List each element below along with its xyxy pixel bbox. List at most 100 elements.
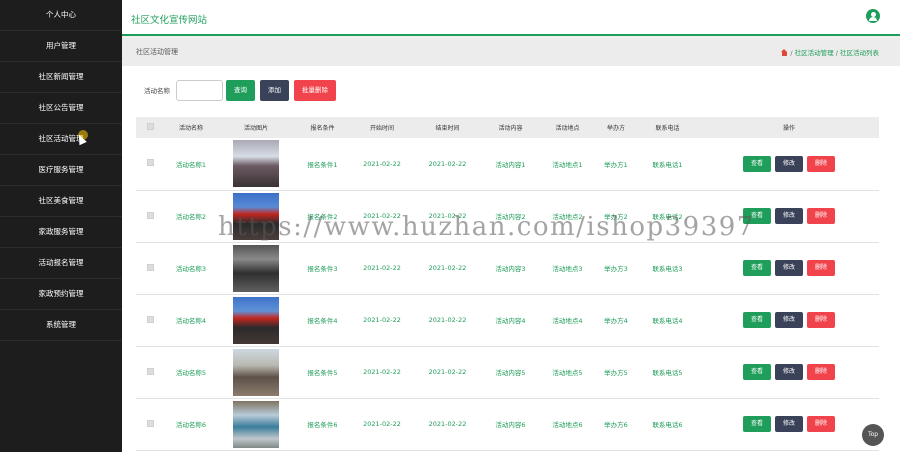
search-label: 活动名称 — [144, 87, 170, 95]
cell-content: 活动内容1 — [495, 160, 526, 169]
delete-button[interactable]: 删除 — [807, 312, 835, 328]
row-actions: 查看 修改 删除 — [699, 398, 879, 450]
edit-button[interactable]: 修改 — [775, 208, 803, 224]
home-icon[interactable] — [781, 49, 788, 56]
delete-button[interactable]: 删除 — [807, 260, 835, 276]
table-row: 活动名称6 报名条件6 2021-02-22 2021-02-22 活动内容6 … — [136, 398, 879, 450]
cell-phone: 联系电话4 — [652, 317, 683, 325]
column-header[interactable]: 结束时间 — [413, 117, 482, 138]
sidebar-item-users[interactable]: 用户管理 — [0, 31, 122, 62]
column-header[interactable]: 联系电话 — [636, 117, 699, 138]
row-checkbox[interactable] — [146, 211, 154, 219]
activity-image — [233, 140, 279, 188]
row-checkbox[interactable] — [146, 367, 154, 375]
cell-name: 活动名称1 — [175, 160, 207, 169]
cell-phone: 联系电话3 — [652, 265, 683, 273]
sidebar-item-housekeeping-booking[interactable]: 家政预约管理 — [0, 279, 122, 310]
sidebar-item-housekeeping[interactable]: 家政服务管理 — [0, 217, 122, 248]
delete-button[interactable]: 删除 — [807, 416, 835, 432]
cell-end-time: 2021-02-22 — [428, 159, 467, 168]
table-row: 活动名称4 报名条件4 2021-02-22 2021-02-22 活动内容4 … — [136, 294, 879, 346]
row-actions: 查看 修改 删除 — [699, 346, 879, 398]
cell-end-time: 2021-02-22 — [428, 420, 467, 428]
cell-host: 举办方5 — [604, 369, 628, 377]
cell-host: 举办方4 — [604, 317, 628, 325]
column-header[interactable]: 报名条件 — [294, 117, 351, 138]
cell-content: 活动内容4 — [495, 317, 526, 325]
delete-button[interactable]: 删除 — [807, 208, 835, 224]
delete-button[interactable]: 删除 — [807, 155, 835, 172]
column-header[interactable]: 活动名称 — [164, 117, 218, 138]
batch-delete-button[interactable]: 批量删除 — [294, 79, 336, 101]
column-header[interactable]: 举办方 — [596, 117, 636, 138]
cell-host: 举办方3 — [604, 265, 628, 273]
view-button[interactable]: 查看 — [743, 312, 771, 328]
cell-place: 活动地点1 — [552, 160, 583, 169]
cell-place: 活动地点3 — [552, 265, 583, 273]
view-button[interactable]: 查看 — [743, 260, 771, 276]
sidebar-item-news[interactable]: 社区新闻管理 — [0, 62, 122, 93]
cell-start-time: 2021-02-22 — [363, 264, 401, 272]
breadcrumb-item-activity-management[interactable]: 社区活动管理 — [795, 49, 834, 57]
edit-button[interactable]: 修改 — [775, 312, 803, 328]
sidebar-item-registration[interactable]: 活动报名管理 — [0, 248, 122, 279]
table-header-row: 活动名称 活动图片 报名条件 开始时间 结束时间 活动内容 活动地点 举办方 联… — [136, 117, 879, 138]
column-header: 活动图片 — [243, 125, 268, 132]
sidebar-item-personal-center[interactable]: 个人中心 — [0, 0, 122, 31]
row-actions: 查看 修改 删除 — [699, 138, 879, 190]
select-all-header — [136, 117, 164, 138]
sidebar-item-medical[interactable]: 医疗服务管理 — [0, 155, 122, 186]
cell-name: 活动名称4 — [175, 317, 207, 325]
cell-name: 活动名称2 — [175, 213, 207, 221]
breadcrumb-item-activity-list[interactable]: 社区活动列表 — [840, 49, 879, 57]
cell-condition: 报名条件6 — [307, 421, 338, 429]
view-button[interactable]: 查看 — [743, 155, 771, 172]
sidebar-item-food[interactable]: 社区美食管理 — [0, 186, 122, 217]
search-bar: 活动名称 查询 添加 批量删除 — [144, 79, 341, 101]
back-to-top-button[interactable]: Top — [862, 424, 884, 446]
activity-image — [233, 244, 279, 292]
cell-condition: 报名条件5 — [307, 369, 338, 377]
cell-start-time: 2021-02-22 — [363, 368, 401, 376]
cell-host: 举办方1 — [604, 160, 628, 169]
sidebar-item-system[interactable]: 系统管理 — [0, 310, 122, 341]
activity-image — [233, 400, 279, 448]
watermark-text: https://www.huzhan.com/ishop39397 — [218, 212, 755, 242]
edit-button[interactable]: 修改 — [775, 155, 803, 172]
cell-phone: 联系电话5 — [652, 369, 683, 377]
search-input[interactable] — [176, 79, 223, 101]
row-checkbox[interactable] — [146, 419, 154, 427]
activity-image — [233, 348, 279, 396]
view-button[interactable]: 查看 — [743, 364, 771, 380]
add-button[interactable]: 添加 — [260, 79, 289, 101]
view-button[interactable]: 查看 — [743, 416, 771, 432]
cell-name: 活动名称5 — [175, 369, 207, 377]
cell-place: 活动地点5 — [552, 369, 583, 377]
column-header[interactable]: 开始时间 — [351, 117, 413, 138]
query-button[interactable]: 查询 — [226, 79, 255, 101]
top-header: 社区文化宣传网站 — [122, 0, 900, 36]
cell-end-time: 2021-02-22 — [428, 264, 467, 272]
cell-place: 活动地点6 — [552, 421, 583, 429]
column-header[interactable]: 活动地点 — [539, 117, 596, 138]
row-checkbox[interactable] — [146, 263, 154, 271]
column-header[interactable]: 活动内容 — [482, 117, 539, 138]
cell-name: 活动名称6 — [175, 421, 207, 429]
cell-condition: 报名条件1 — [307, 160, 338, 169]
cell-content: 活动内容3 — [495, 265, 526, 273]
user-icon[interactable] — [866, 9, 880, 23]
sidebar: 个人中心 用户管理 社区新闻管理 社区公告管理 社区活动管理 医疗服务管理 社区… — [0, 0, 122, 452]
sidebar-item-activities[interactable]: 社区活动管理 — [0, 124, 122, 155]
select-all-checkbox[interactable] — [146, 123, 154, 130]
column-header: 操作 — [782, 125, 795, 132]
sidebar-item-notices[interactable]: 社区公告管理 — [0, 93, 122, 124]
row-checkbox[interactable] — [146, 159, 154, 167]
delete-button[interactable]: 删除 — [807, 364, 835, 380]
edit-button[interactable]: 修改 — [775, 364, 803, 380]
cell-start-time: 2021-02-22 — [363, 159, 401, 168]
edit-button[interactable]: 修改 — [775, 416, 803, 432]
edit-button[interactable]: 修改 — [775, 260, 803, 276]
cell-name: 活动名称3 — [175, 265, 207, 273]
table-row: 活动名称3 报名条件3 2021-02-22 2021-02-22 活动内容3 … — [136, 242, 879, 294]
row-checkbox[interactable] — [146, 315, 154, 323]
